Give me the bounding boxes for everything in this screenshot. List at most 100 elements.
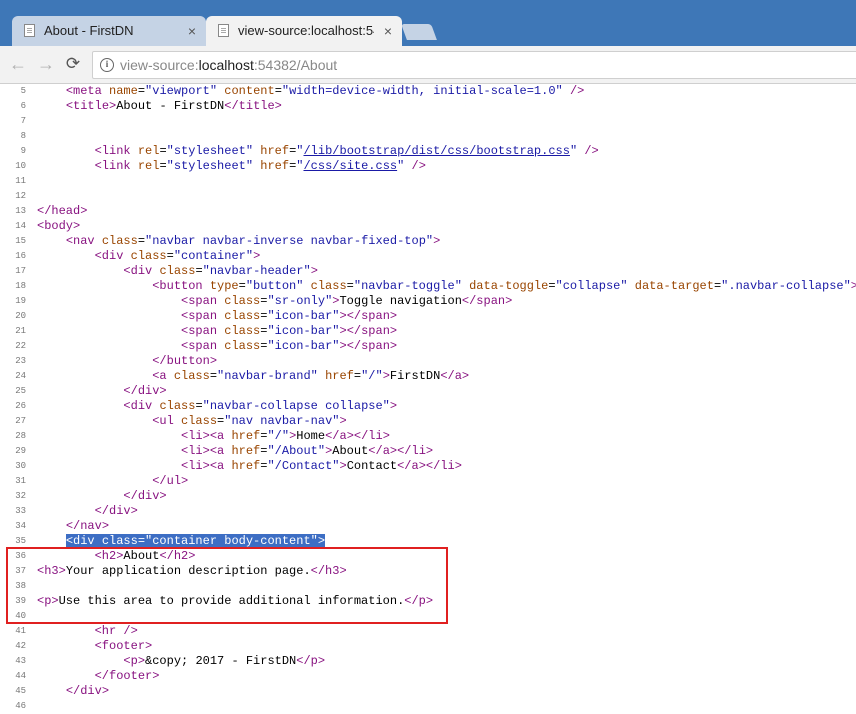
source-line: 34 </nav> <box>0 519 856 534</box>
tag-token: > <box>339 459 347 473</box>
source-line: 6 <title>About - FirstDN</title> <box>0 99 856 114</box>
line-content: </div> <box>37 489 166 504</box>
url-text[interactable]: view-source:localhost:54382/About <box>120 52 337 78</box>
attr-value: "sr-only" <box>267 294 333 308</box>
line-content: <span class="icon-bar"></span> <box>37 324 397 339</box>
source-line: 9 <link rel="stylesheet" href="/lib/boot… <box>0 144 856 159</box>
attr-value: "/Contact" <box>267 459 340 473</box>
source-line: 44 </footer> <box>0 669 856 684</box>
tag-token: <a <box>209 444 232 458</box>
source-line: 29 <li><a href="/About">About</a></li> <box>0 444 856 459</box>
line-number: 32 <box>15 491 26 501</box>
attr-name: href <box>325 369 354 383</box>
tag-token: > <box>433 234 441 248</box>
line-number: 24 <box>15 371 26 381</box>
line-content: <div class="navbar-collapse collapse"> <box>37 399 397 414</box>
info-icon[interactable]: i <box>100 58 114 72</box>
line-number: 44 <box>15 671 26 681</box>
line-number: 18 <box>15 281 26 291</box>
tag-token: /> <box>584 144 599 158</box>
tag-token: <li> <box>181 459 210 473</box>
tag-token: </footer> <box>94 669 160 683</box>
tag-token: </div> <box>94 504 138 518</box>
line-content: <div class="navbar-header"> <box>37 264 317 279</box>
plain-text: = <box>166 249 174 263</box>
source-line: 14 <body> <box>0 219 856 234</box>
source-line: 10 <link rel="stylesheet" href="/css/sit… <box>0 159 856 174</box>
selected-text: <div class="container body-content"> <box>65 534 326 548</box>
plain-text: Toggle navigation <box>339 294 462 308</box>
tab-view-source[interactable]: view-source:localhost:5438 × <box>206 16 402 46</box>
plain-text: = <box>137 84 146 98</box>
line-content: <span class="icon-bar"></span> <box>37 309 397 324</box>
line-content: </button> <box>37 354 217 369</box>
tag-token: <link <box>94 144 138 158</box>
line-content: <body> <box>37 219 80 234</box>
source-line: 31 </ul> <box>0 474 856 489</box>
tab-title: About - FirstDN <box>44 23 134 38</box>
tag-token: > <box>382 369 390 383</box>
tag-token: <body> <box>37 219 81 233</box>
line-number: 45 <box>15 686 26 696</box>
attr-name: rel <box>137 144 160 158</box>
attr-name: class <box>159 399 196 413</box>
tag-token: <li> <box>181 429 210 443</box>
address-bar[interactable]: i view-source:localhost:54382/About <box>92 51 856 79</box>
source-line: 28 <li><a href="/">Home</a></li> <box>0 429 856 444</box>
line-content: <hr /> <box>37 624 138 639</box>
link-token[interactable]: /css/site.css <box>303 159 397 173</box>
tag-token: /> <box>569 84 585 98</box>
new-tab-button[interactable] <box>401 24 437 40</box>
plain-text: = <box>195 264 203 278</box>
plain-text: = <box>238 279 246 293</box>
plain-text: = <box>209 369 218 383</box>
source-line: 17 <div class="navbar-header"> <box>0 264 856 279</box>
tag-token: </ul> <box>152 474 189 488</box>
attr-value: "width=device-width, initial-scale=1.0" <box>281 84 563 98</box>
line-content: <meta name="viewport" content="width=dev… <box>37 84 585 99</box>
attr-value: ".navbar-collapse" <box>721 279 851 293</box>
plain-text: = <box>195 399 203 413</box>
tag-token: > <box>850 279 856 293</box>
tab-about[interactable]: About - FirstDN × <box>12 16 206 46</box>
attr-value: "navbar-toggle" <box>353 279 462 293</box>
source-line: 20 <span class="icon-bar"></span> <box>0 309 856 324</box>
tag-token: /> <box>123 624 138 638</box>
line-content: </footer> <box>37 669 160 684</box>
back-arrow-icon[interactable]: ← <box>8 54 28 74</box>
reload-icon[interactable]: ⟳ <box>63 54 83 74</box>
plain-text: = <box>159 159 167 173</box>
page-icon <box>24 24 35 37</box>
attr-value: "navbar-brand" <box>217 369 318 383</box>
link-token[interactable]: /lib/bootstrap/dist/css/bootstrap.css <box>303 144 569 158</box>
source-line: 16 <div class="container"> <box>0 249 856 264</box>
close-icon[interactable]: × <box>188 16 196 46</box>
line-number: 29 <box>15 446 26 456</box>
tag-token: <div <box>123 264 160 278</box>
line-number: 14 <box>15 221 26 231</box>
forward-arrow-icon[interactable]: → <box>36 54 56 74</box>
tag-token: <nav <box>65 234 102 248</box>
attr-value: "navbar navbar-inverse navbar-fixed-top" <box>145 234 434 248</box>
close-icon[interactable]: × <box>384 16 392 46</box>
line-number: 5 <box>20 86 26 96</box>
url-prefix: view-source: <box>120 57 199 73</box>
line-number: 20 <box>15 311 26 321</box>
tag-token: <span <box>181 294 225 308</box>
line-number: 17 <box>15 266 26 276</box>
line-number: 43 <box>15 656 26 666</box>
attr-name: data-target <box>634 279 714 293</box>
attr-name: class <box>181 414 218 428</box>
source-line: 46 <box>0 699 856 714</box>
line-number: 31 <box>15 476 26 486</box>
tag-token: </nav> <box>65 519 110 533</box>
source-line: 41 <hr /> <box>0 624 856 639</box>
line-number: 12 <box>15 191 26 201</box>
